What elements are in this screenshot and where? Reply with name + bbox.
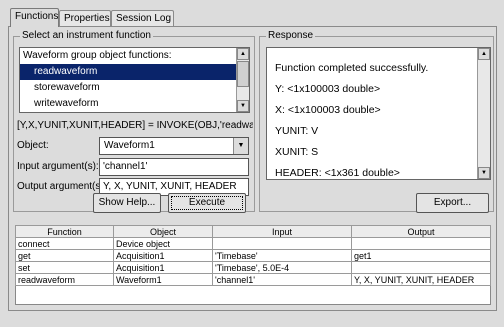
dropdown-arrow-icon[interactable]: ▼: [233, 138, 248, 154]
table-cell: readwaveform: [15, 273, 114, 286]
execute-button[interactable]: Execute: [168, 193, 246, 213]
scroll-down-icon[interactable]: ▼: [237, 100, 249, 112]
response-line: Y: <1x100003 double>: [275, 83, 381, 95]
table-cell: connect: [15, 237, 114, 250]
table-cell: get: [15, 249, 114, 262]
column-header-output[interactable]: Output: [351, 225, 491, 238]
instrument-function-group: Select an instrument function Waveform g…: [13, 30, 255, 212]
table-cell: Device object: [113, 237, 213, 250]
function-history-table: Function Object Input Output connect Dev…: [15, 225, 491, 286]
table-row[interactable]: readwaveform Waveform1 'channel1' Y, X, …: [15, 273, 491, 286]
table-cell: Acquisition1: [113, 249, 213, 262]
response-textbox[interactable]: Function completed successfully. Y: <1x1…: [266, 47, 491, 180]
table-cell: [212, 237, 352, 250]
tab-functions[interactable]: Functions: [10, 8, 59, 27]
list-item[interactable]: storewaveform: [20, 80, 249, 96]
table-cell: [351, 237, 491, 250]
table-cell: 'channel1': [212, 273, 352, 286]
tab-session-log-label: Session Log: [116, 13, 172, 24]
table-row[interactable]: get Acquisition1 'Timebase' get1: [15, 249, 491, 262]
scroll-down-icon[interactable]: ▼: [478, 167, 490, 179]
functions-panel: Select an instrument function Waveform g…: [8, 26, 497, 311]
response-legend: Response: [266, 30, 316, 41]
list-scrollbar[interactable]: ▲ ▼: [236, 48, 249, 112]
table-cell: [351, 261, 491, 274]
table-row[interactable]: set Acquisition1 'Timebase', 5.0E-4: [15, 261, 491, 274]
table-cell: Acquisition1: [113, 261, 213, 274]
scroll-up-icon[interactable]: ▲: [478, 48, 490, 60]
response-line: YUNIT: V: [275, 125, 319, 137]
function-syntax: [Y,X,YUNIT,XUNIT,HEADER] = INVOKE(OBJ,'r…: [17, 120, 253, 131]
tab-functions-label: Functions: [15, 11, 59, 22]
function-listbox[interactable]: Waveform group object functions: readwav…: [19, 47, 250, 113]
output-argument-label: Output argument(s):: [17, 181, 107, 192]
show-help-button[interactable]: Show Help...: [93, 193, 161, 213]
table-cell: Waveform1: [113, 273, 213, 286]
object-label: Object:: [17, 140, 49, 151]
response-line: HEADER: <1x361 double>: [275, 167, 400, 179]
table-cell: set: [15, 261, 114, 274]
table-header-row: Function Object Input Output: [15, 225, 491, 238]
column-header-input[interactable]: Input: [212, 225, 352, 238]
table-cell: get1: [351, 249, 491, 262]
column-header-function[interactable]: Function: [15, 225, 114, 238]
object-select-value: Waveform1: [104, 140, 155, 151]
object-select[interactable]: Waveform1 ▼: [99, 137, 249, 155]
scroll-up-icon[interactable]: ▲: [237, 48, 249, 60]
table-row[interactable]: connect Device object: [15, 237, 491, 250]
list-item-selected[interactable]: readwaveform: [20, 64, 249, 80]
tab-properties-label: Properties: [64, 13, 110, 24]
input-argument-label: Input argument(s):: [17, 161, 99, 172]
list-item[interactable]: Waveform group object functions:: [20, 48, 249, 64]
list-item[interactable]: writewaveform: [20, 96, 249, 112]
table-cell: 'Timebase': [212, 249, 352, 262]
response-scrollbar[interactable]: ▲ ▼: [477, 48, 490, 179]
input-argument-field[interactable]: 'channel1': [99, 158, 249, 176]
table-cell: Y, X, YUNIT, XUNIT, HEADER: [351, 273, 491, 286]
export-button[interactable]: Export...: [416, 193, 489, 213]
response-group: Response Function completed successfully…: [259, 30, 494, 212]
instrument-function-legend: Select an instrument function: [20, 30, 153, 41]
column-header-object[interactable]: Object: [113, 225, 213, 238]
table-cell: 'Timebase', 5.0E-4: [212, 261, 352, 274]
status-bar: [8, 314, 497, 324]
response-line: X: <1x100003 double>: [275, 104, 381, 116]
tab-properties[interactable]: Properties: [59, 10, 111, 26]
response-line: Function completed successfully.: [275, 62, 429, 74]
response-line: XUNIT: S: [275, 146, 319, 158]
tab-session-log[interactable]: Session Log: [111, 10, 174, 26]
scroll-thumb[interactable]: [237, 61, 249, 87]
